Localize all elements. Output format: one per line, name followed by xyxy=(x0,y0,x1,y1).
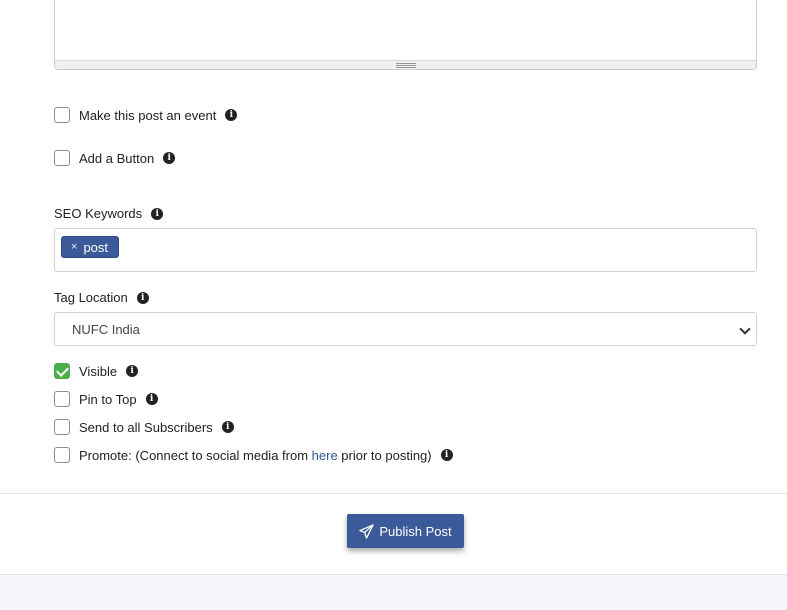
publish-post-label: Publish Post xyxy=(379,523,452,539)
chevron-down-icon xyxy=(739,323,751,335)
tag-location-label: Tag Location i xyxy=(54,290,149,305)
add-button-label: Add a Button xyxy=(79,150,155,166)
pin-to-top-checkbox[interactable] xyxy=(54,391,70,407)
info-icon[interactable]: i xyxy=(136,291,149,304)
seo-keywords-label: SEO Keywords i xyxy=(54,206,164,221)
tag-location-text: Tag Location xyxy=(54,290,128,305)
event-label: Make this post an event xyxy=(79,107,217,123)
resize-handle[interactable] xyxy=(395,63,416,68)
promote-label: Promote: (Connect to social media from h… xyxy=(79,448,432,463)
seo-keywords-text: SEO Keywords xyxy=(54,206,143,221)
publish-post-button[interactable]: Publish Post xyxy=(347,514,464,548)
subscribers-option: Send to all Subscribers i xyxy=(54,418,234,436)
promote-prefix: Promote: (Connect to social media from xyxy=(79,447,312,463)
tag-text: post xyxy=(83,239,109,255)
tag-location-value: NUFC India xyxy=(72,321,140,337)
editor-statusbar xyxy=(55,60,756,69)
button-option: Add a Button i xyxy=(54,149,176,167)
info-icon[interactable]: i xyxy=(221,421,234,433)
pin-option: Pin to Top i xyxy=(54,390,158,408)
visible-checkbox[interactable] xyxy=(54,363,70,379)
info-icon[interactable]: i xyxy=(145,393,158,405)
event-option: Make this post an event i xyxy=(54,106,238,124)
info-icon[interactable]: i xyxy=(440,449,453,461)
tag-location-select[interactable]: NUFC India xyxy=(54,312,757,346)
section-divider xyxy=(0,493,787,494)
page-footer xyxy=(0,574,787,610)
promote-option: Promote: (Connect to social media from h… xyxy=(54,446,453,464)
visible-option: Visible i xyxy=(54,362,139,380)
tag-remove-icon[interactable]: × xyxy=(71,241,77,253)
pin-to-top-label: Pin to Top xyxy=(79,391,137,407)
info-icon[interactable]: i xyxy=(126,365,139,377)
social-connect-link[interactable]: here xyxy=(312,448,338,463)
event-checkbox[interactable] xyxy=(54,107,70,123)
add-button-checkbox[interactable] xyxy=(54,150,70,166)
info-icon[interactable]: i xyxy=(151,207,164,220)
promote-checkbox[interactable] xyxy=(54,447,70,463)
visible-label: Visible xyxy=(79,363,118,379)
send-subscribers-label: Send to all Subscribers xyxy=(79,419,213,435)
info-icon[interactable]: i xyxy=(163,152,176,164)
seo-keywords-input[interactable]: × post xyxy=(54,228,757,272)
paper-plane-icon xyxy=(359,523,375,539)
info-icon[interactable]: i xyxy=(225,109,238,121)
send-subscribers-checkbox[interactable] xyxy=(54,419,70,435)
promote-suffix: prior to posting) xyxy=(337,447,432,463)
keyword-tag: × post xyxy=(61,236,120,258)
post-body-textarea[interactable] xyxy=(54,0,757,70)
